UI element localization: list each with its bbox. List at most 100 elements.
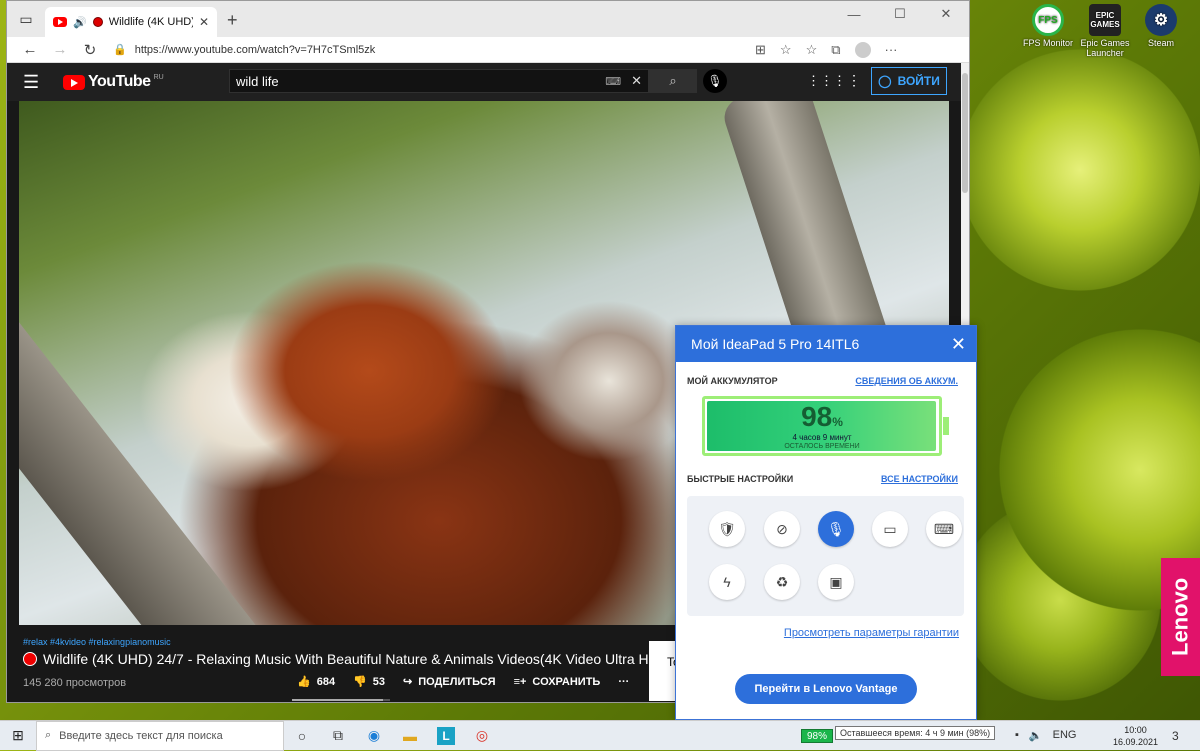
thumbs-up-icon: 👍 [297,676,311,688]
dislike-button[interactable]: 👎 53 [353,675,386,689]
quick-settings-header: БЫСТРЫЕ НАСТРОЙКИ ВСЕ НАСТРОЙКИ [676,474,976,484]
share-button[interactable]: ↪ ПОДЕЛИТЬСЯ [403,675,496,689]
dislike-count: 53 [372,675,386,688]
address-field[interactable]: 🔒 https://www.youtube.com/watch?v=7H7cTS… [113,39,743,61]
clear-search-icon[interactable]: ✕ [631,73,642,89]
voice-search-button[interactable]: 🎙 [703,69,727,93]
youtube-play-icon [63,74,85,90]
app-available-icon[interactable]: ⊞ [755,42,766,58]
task-view-icon[interactable]: ⧉ [320,727,356,744]
battery-details-link[interactable]: СВЕДЕНИЯ ОБ АККУМ. [855,376,958,386]
percent-sign: % [832,415,843,429]
profile-avatar[interactable] [854,41,871,58]
collections-icon[interactable]: ⧉ [831,42,840,58]
camera-off-icon: ⊘ [776,520,788,537]
login-button[interactable]: ◯ ВОЙТИ [871,67,947,95]
search-icon: ⌕ [669,73,677,88]
more-options-icon[interactable]: ⋮ [847,72,861,89]
login-label: ВОЙТИ [897,74,940,88]
edge-icon[interactable]: ◉ [356,727,392,744]
warranty-link[interactable]: Просмотреть параметры гарантии [784,627,959,639]
keyboard-icon[interactable]: ⌨ [605,75,621,88]
chrome-icon[interactable]: ◎ [464,727,500,744]
lock-icon[interactable]: 🔒 [113,43,127,56]
toggle-microphone[interactable]: 🎙 [818,511,854,547]
open-lenovo-vantage-button[interactable]: Перейти в Lenovo Vantage [735,674,917,704]
video-frame-branch-left [19,271,324,625]
quick-settings-panel: 🛡 ⊘ 🎙 ▭ ⌨ ϟ ♻ ▣ [687,496,964,616]
taskbar-search-placeholder: Введите здесь текст для поиска [59,729,223,742]
maximize-button[interactable]: ☐ [877,1,923,27]
favorites-add-icon[interactable]: ☆ [780,42,792,58]
wifi-security-icon: 🛡 [718,520,736,537]
fps-monitor-icon: FPS [1032,4,1064,36]
battery-terminal [943,417,949,435]
playlist-add-icon: ≡+ [513,675,527,688]
toggle-touchpad[interactable]: ▣ [818,564,854,600]
forward-icon[interactable]: → [45,41,75,58]
live-dot-icon [92,17,103,27]
toggle-wifi-security[interactable]: 🛡 [709,511,745,547]
tab-actions-icon[interactable]: ▭ [11,4,41,34]
volume-icon[interactable]: 🔈 [1029,729,1043,742]
desktop-icon-steam[interactable]: ⚙ Steam [1131,4,1191,48]
youtube-header: ☰ YouTube RU wild life ⌨ ✕ ⌕ 🎙 ⋮⋮⋮ ⋮ ◯ В… [7,63,963,101]
clock[interactable]: 10:00 16.09.2021 [1113,724,1158,748]
close-tab-icon[interactable]: ✕ [199,15,209,29]
clock-date: 16.09.2021 [1113,737,1159,747]
more-actions-button[interactable]: ··· [618,676,629,688]
search-input[interactable]: wild life ⌨ ✕ [229,69,649,93]
close-icon[interactable]: ✕ [951,334,966,355]
taskbar: ⊞ ⌕ Введите здесь текст для поиска ○ ⧉ ◉… [0,720,1200,751]
scrollbar-thumb[interactable] [962,73,968,193]
share-icon: ↪ [403,676,413,688]
youtube-wordmark: YouTube [88,73,151,90]
cortana-icon[interactable]: ○ [284,728,320,744]
share-label: ПОДЕЛИТЬСЯ [418,675,496,688]
battery-gauge: 98% 4 часов 9 минут ОСТАЛОСЬ ВРЕМЕНИ [702,396,949,456]
video-title: Wildlife (4K UHD) 24/7 - Relaxing Music … [23,651,663,667]
close-window-button[interactable]: ✕ [923,1,969,27]
settings-more-icon[interactable]: ··· [885,42,898,57]
search-button[interactable]: ⌕ [649,69,697,93]
toggle-camera-privacy[interactable]: ⊘ [764,511,800,547]
battery-time-remaining: 4 часов 9 минут [792,433,852,442]
desktop-icon-epic-games[interactable]: EPIC GAMES Epic Games Launcher [1075,4,1135,58]
battery-tray-indicator[interactable]: 98% [801,729,833,743]
hamburger-menu-icon[interactable]: ☰ [23,72,53,93]
new-tab-button[interactable]: + [227,10,238,31]
taskbar-search[interactable]: ⌕ Введите здесь текст для поиска [36,720,284,751]
lenovo-vantage-icon[interactable]: L [437,726,455,745]
desktop-icon-fps-monitor[interactable]: FPS FPS Monitor [1018,4,1078,48]
search-icon: ⌕ [45,729,52,741]
youtube-logo[interactable]: YouTube RU [63,73,164,91]
toggle-rapid-charge[interactable]: ϟ [709,564,745,600]
toggle-keyboard-backlight[interactable]: ⌨ [926,511,962,547]
battery-section-label: МОЙ АККУМУЛЯТОР [687,376,778,386]
microphone-icon: 🎙 [707,74,723,88]
speaker-icon[interactable]: 🔊 [73,16,87,29]
windows-start-icon[interactable]: ⊞ [0,727,36,744]
back-icon[interactable]: ← [15,41,45,58]
like-button[interactable]: 👍 684 [297,675,335,689]
search-value[interactable]: wild life [236,74,605,89]
minimize-button[interactable]: — [831,1,877,27]
apps-grid-icon[interactable]: ⋮⋮⋮ [807,73,846,89]
view-count: 145 280 просмотров [23,677,127,689]
region-code: RU [153,73,164,81]
all-settings-link[interactable]: ВСЕ НАСТРОЙКИ [881,474,958,484]
tray-app-icon[interactable]: ▪ [1015,729,1019,742]
toggle-display[interactable]: ▭ [872,511,908,547]
notifications-icon[interactable]: 3 [1172,729,1179,743]
live-dot-icon [23,652,37,666]
favorites-icon[interactable]: ☆ [806,42,818,58]
tab-youtube[interactable]: 🔊 Wildlife (4K UHD) 24/7 ✕ [45,7,217,37]
save-button[interactable]: ≡+ СОХРАНИТЬ [514,676,601,688]
url-text[interactable]: https://www.youtube.com/watch?v=7H7cTSml… [135,44,376,56]
video-actions: 👍 684 👎 53 ↪ ПОДЕЛИТЬСЯ ≡+ СОХРАНИТЬ ··· [297,675,629,689]
refresh-icon[interactable]: ↻ [75,41,105,59]
language-indicator[interactable]: ENG [1053,729,1077,742]
toggle-battery-conservation[interactable]: ♻ [764,564,800,600]
file-explorer-icon[interactable]: ▬ [392,728,428,744]
video-hashtags[interactable]: #relax #4kvideo #relaxingpianomusic [23,637,171,647]
